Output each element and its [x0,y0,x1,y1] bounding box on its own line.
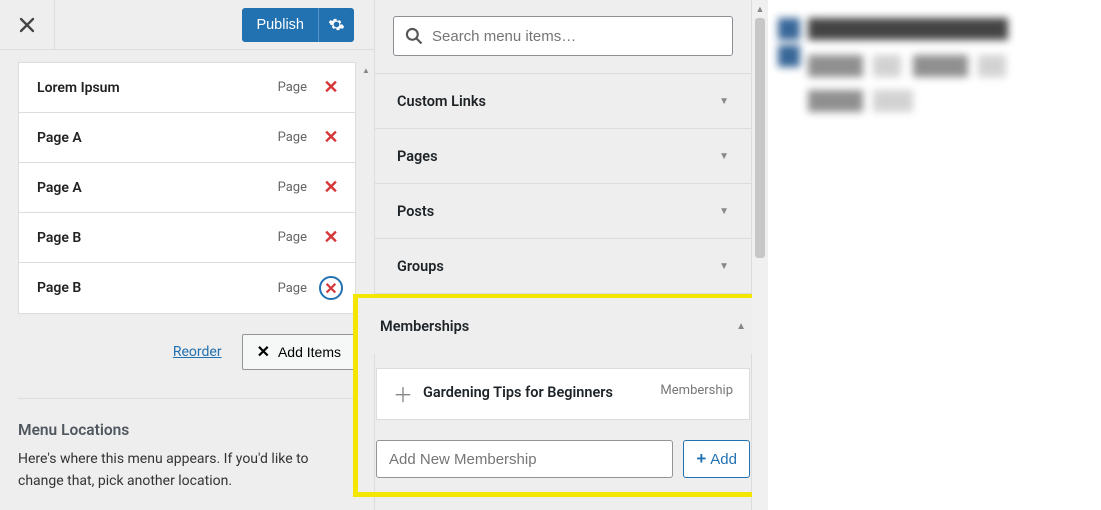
search-input[interactable] [430,27,722,46]
menu-item[interactable]: Page B Page ✕ [19,263,355,313]
menu-item[interactable]: Page A Page ✕ [19,113,355,163]
editor-topbar: Publish [0,0,374,50]
close-icon [19,17,35,33]
add-button-label: Add [710,451,737,468]
divider [18,398,356,399]
menu-item-type: Page [278,180,307,195]
remove-icon[interactable]: ✕ [319,76,343,100]
menu-item[interactable]: Page A Page ✕ [19,163,355,213]
remove-icon[interactable]: ✕ [319,126,343,150]
preview-pane [768,0,1101,510]
category-label: Custom Links [397,93,486,110]
reorder-link[interactable]: Reorder [173,344,222,360]
category-label: Pages [397,148,438,165]
memberships-highlight: Memberships ▲ ＋ Gardening Tips for Begin… [353,294,773,497]
scroll-thumb[interactable] [755,18,765,258]
search-icon [404,26,424,46]
gear-icon [328,16,345,33]
remove-icon[interactable]: ✕ [319,176,343,200]
chevron-down-icon: ▼ [719,206,729,217]
category-label: Groups [397,258,444,275]
menu-locations-heading: Menu Locations [18,421,374,439]
scroll-up-icon: ▲ [752,0,768,18]
category-pages[interactable]: Pages ▼ [375,128,751,184]
menu-locations-description: Here's where this menu appears. If you'd… [18,449,356,492]
category-label: Posts [397,203,434,220]
chevron-down-icon: ▼ [719,261,729,272]
category-memberships[interactable]: Memberships ▲ [358,298,768,354]
close-button[interactable] [0,0,55,50]
category-custom-links[interactable]: Custom Links ▼ [375,73,751,129]
main-scrollbar[interactable]: ▲ [752,0,768,510]
menu-item-type: Page [278,80,307,95]
add-membership-button[interactable]: + Add [683,440,750,478]
category-groups[interactable]: Groups ▼ [375,238,751,294]
menu-item-type: Page [278,281,307,296]
chevron-down-icon: ▼ [719,96,729,107]
menu-item-title: Lorem Ipsum [37,80,120,96]
membership-entry[interactable]: ＋ Gardening Tips for Beginners Membershi… [376,368,750,420]
membership-tag: Membership [660,383,733,403]
remove-icon[interactable]: ✕ [319,226,343,250]
close-icon: ✕ [257,342,270,362]
menu-item[interactable]: Lorem Ipsum Page ✕ [19,63,355,113]
category-posts[interactable]: Posts ▼ [375,183,751,239]
publish-button[interactable]: Publish [242,8,318,42]
menu-item-type: Page [278,230,307,245]
menu-item-type: Page [278,130,307,145]
menu-item[interactable]: Page B Page ✕ [19,213,355,263]
chevron-up-icon: ▲ [736,321,746,332]
add-items-button[interactable]: ✕ Add Items [242,334,356,370]
plus-icon: + [696,449,706,469]
add-items-label: Add Items [278,344,341,360]
add-membership-input[interactable] [376,440,673,478]
plus-icon: ＋ [393,385,413,405]
scroll-up-icon: ▲ [358,62,374,78]
publish-settings-button[interactable] [318,8,354,42]
category-label: Memberships [380,318,469,335]
menu-item-title: Page B [37,280,81,296]
menu-item-title: Page A [37,180,82,196]
remove-icon[interactable]: ✕ [319,276,343,300]
menu-item-title: Page B [37,230,81,246]
menu-item-title: Page A [37,130,82,146]
search-menu-items[interactable] [393,16,733,56]
menu-item-list: Lorem Ipsum Page ✕ Page A Page ✕ Page A [18,62,356,314]
membership-name: Gardening Tips for Beginners [423,383,621,403]
chevron-down-icon: ▼ [719,151,729,162]
